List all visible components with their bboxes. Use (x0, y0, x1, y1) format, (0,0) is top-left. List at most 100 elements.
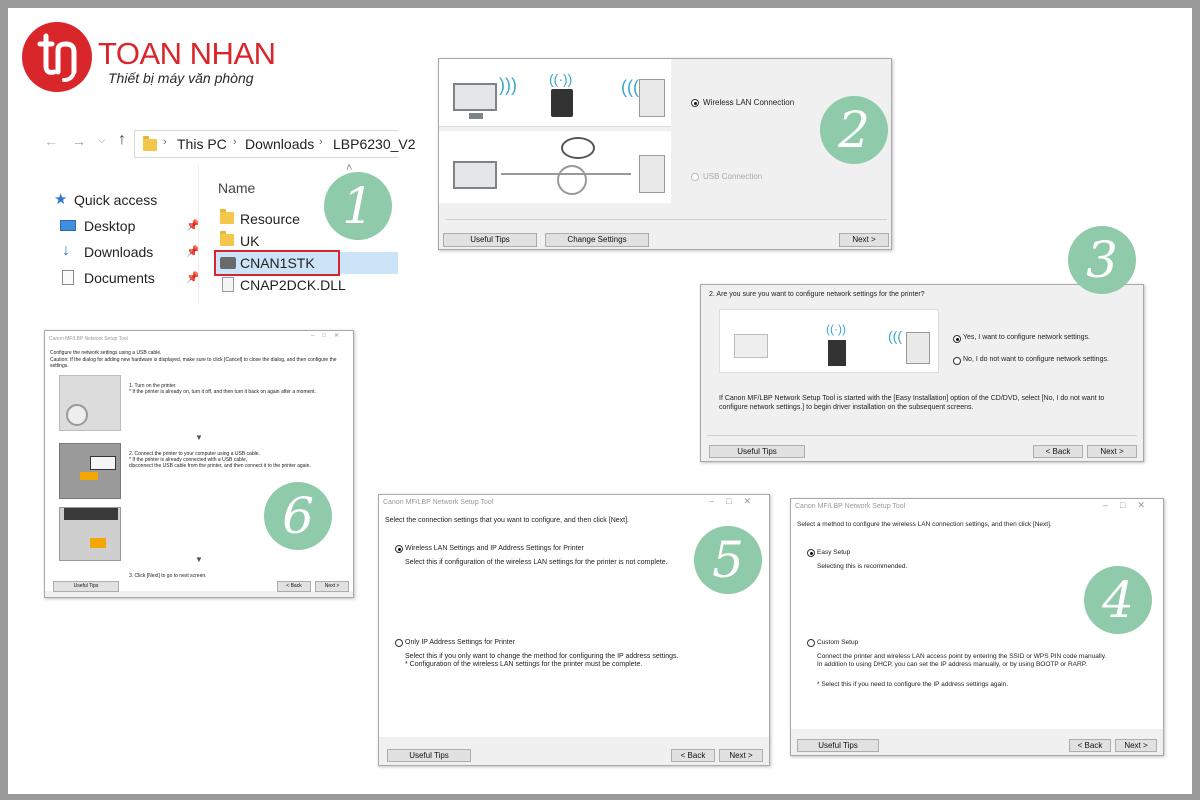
next-button[interactable]: Next > (1087, 445, 1137, 458)
dll-file-icon (222, 277, 234, 292)
window-titlebar: Canon MF/LBP Network Setup Tool –□✕ (791, 499, 1163, 515)
easy-setup-desc: Selecting this is recommended. (817, 563, 908, 570)
folder-icon (220, 231, 234, 246)
useful-tips-button[interactable]: Useful Tips (797, 739, 879, 752)
column-header-name[interactable]: Name (218, 180, 255, 196)
wireless-settings-radio[interactable] (395, 545, 403, 553)
window-controls[interactable]: –□✕ (709, 496, 763, 507)
wifi-signal-icon: ))) (499, 75, 517, 95)
star-icon: ★ (54, 191, 68, 208)
forward-arrow-icon[interactable]: → (72, 133, 86, 149)
usb-connection-label: USB Connection (703, 172, 763, 181)
wireless-lan-radio[interactable] (691, 99, 699, 107)
useful-tips-button[interactable]: Useful Tips (709, 445, 805, 458)
router-icon (551, 89, 573, 117)
back-button[interactable]: < Back (1069, 739, 1111, 752)
infographic-canvas: TOAN NHAN Thiết bị máy văn phòng ← → ⌵ ↑… (8, 8, 1192, 794)
printer-icon (639, 155, 665, 193)
next-button[interactable]: Next > (315, 581, 349, 592)
ip-only-label: Only IP Address Settings for Printer (405, 639, 515, 646)
easy-install-note-line2: configure network settings.] to begin dr… (719, 404, 974, 411)
step-badge-3: 3 (1068, 226, 1136, 294)
logo-mark (22, 22, 92, 92)
useful-tips-button[interactable]: Useful Tips (53, 581, 119, 592)
brand-tagline: Thiết bị máy văn phòng (108, 70, 254, 86)
useful-tips-button[interactable]: Useful Tips (387, 749, 471, 762)
custom-setup-desc2: In addition to using DHCP, you can set t… (817, 661, 1088, 668)
window-controls[interactable]: –□✕ (311, 332, 347, 339)
nav-quick-access-label: Quick access (74, 192, 158, 208)
divider-line (445, 219, 887, 220)
document-icon (62, 270, 74, 285)
usb-illustration (439, 131, 671, 203)
yes-configure-label: Yes, I want to configure network setting… (963, 334, 1090, 341)
folder-icon (143, 136, 157, 151)
back-button[interactable]: < Back (1033, 445, 1083, 458)
printer-icon (639, 79, 665, 117)
instruction-text: Select the connection settings that you … (385, 517, 629, 524)
breadcrumb-separator-icon: › (319, 136, 323, 148)
next-button[interactable]: Next > (839, 233, 889, 247)
window-title: Canon MF/LBP Network Setup Tool (49, 336, 128, 342)
no-configure-radio[interactable] (953, 357, 961, 365)
custom-setup-label: Custom Setup (817, 639, 859, 646)
computer-icon (453, 161, 497, 189)
down-arrow-icon: ▼ (195, 555, 203, 564)
yes-configure-radio[interactable] (953, 335, 961, 343)
breadcrumb-this-pc[interactable]: This PC (177, 136, 227, 152)
download-arrow-icon: ↓ (62, 242, 70, 259)
confirm-network-window: 2. Are you sure you want to configure ne… (700, 284, 1144, 462)
next-button[interactable]: Next > (1115, 739, 1157, 752)
custom-setup-desc1: Connect the printer and wireless LAN acc… (817, 653, 1107, 660)
easy-setup-label: Easy Setup (817, 549, 851, 556)
window-body: Configure the network settings using a U… (45, 347, 353, 591)
wireless-illustration: ((·)) ((( (719, 309, 939, 373)
usb-connection-radio[interactable] (691, 173, 699, 181)
window-title: Canon MF/LBP Network Setup Tool (383, 499, 494, 506)
connection-method-window: ))) ((·)) ((( Wireless LAN Connection US… (438, 58, 892, 250)
file-name: Resource (240, 211, 300, 227)
brand-logo: TOAN NHAN Thiết bị máy văn phòng (22, 22, 282, 112)
custom-setup-radio[interactable] (807, 639, 815, 647)
instruction-line3: settings. (50, 363, 69, 369)
usb-setup-window: Canon MF/LBP Network Setup Tool –□✕ Conf… (44, 330, 354, 598)
easy-setup-radio[interactable] (807, 549, 815, 557)
wireless-settings-desc: Select this if configuration of the wire… (405, 559, 668, 566)
wifi-signal-icon: ((( (888, 328, 902, 344)
usb-symbol-icon (561, 137, 595, 159)
easy-install-note-line1: If Canon MF/LBP Network Setup Tool is st… (719, 395, 1105, 402)
file-row-cnap2dck[interactable]: CNAP2DCK.DLL (214, 274, 398, 296)
computer-icon (734, 334, 768, 358)
nav-desktop-label: Desktop (84, 218, 136, 234)
step2-note2: disconnect the USB cable from the printe… (129, 463, 311, 469)
wifi-signal-icon: ((( (621, 77, 639, 97)
back-button[interactable]: < Back (277, 581, 311, 592)
recent-locations-chevron-icon[interactable]: ⌵ (98, 135, 106, 146)
up-arrow-icon[interactable]: ↑ (118, 131, 126, 149)
step1-note: * If the printer is already on, turn it … (129, 389, 316, 395)
change-settings-button[interactable]: Change Settings (545, 233, 649, 247)
usb-cable-photo (59, 443, 121, 499)
step3-text: 3. Click [Next] to go to next screen. (129, 573, 207, 579)
selection-highlight-frame (214, 250, 340, 276)
back-button[interactable]: < Back (671, 749, 715, 762)
breadcrumb-separator-icon: › (233, 136, 237, 148)
back-arrow-icon[interactable]: ← (44, 133, 58, 149)
router-icon (828, 340, 846, 366)
power-button-icon (66, 404, 88, 426)
breadcrumb-downloads[interactable]: Downloads (245, 136, 314, 152)
breadcrumb-separator-icon: › (163, 136, 167, 148)
ip-only-radio[interactable] (395, 639, 403, 647)
no-configure-label: No, I do not want to configure network s… (963, 356, 1109, 363)
printer-power-photo (59, 375, 121, 431)
address-bar[interactable]: › This PC › Downloads › LBP6230_V2 (134, 130, 416, 158)
breadcrumb-lbp6230[interactable]: LBP6230_V2 (333, 136, 416, 152)
ip-only-desc1: Select this if you only want to change t… (405, 653, 679, 660)
window-titlebar: Canon MF/LBP Network Setup Tool –□✕ (45, 331, 353, 347)
next-button[interactable]: Next > (719, 749, 763, 762)
step-badge-2: 2 (820, 96, 888, 164)
window-controls[interactable]: –□✕ (1103, 500, 1157, 511)
folder-icon (220, 209, 234, 224)
useful-tips-button[interactable]: Useful Tips (443, 233, 537, 247)
file-name: UK (240, 233, 260, 249)
